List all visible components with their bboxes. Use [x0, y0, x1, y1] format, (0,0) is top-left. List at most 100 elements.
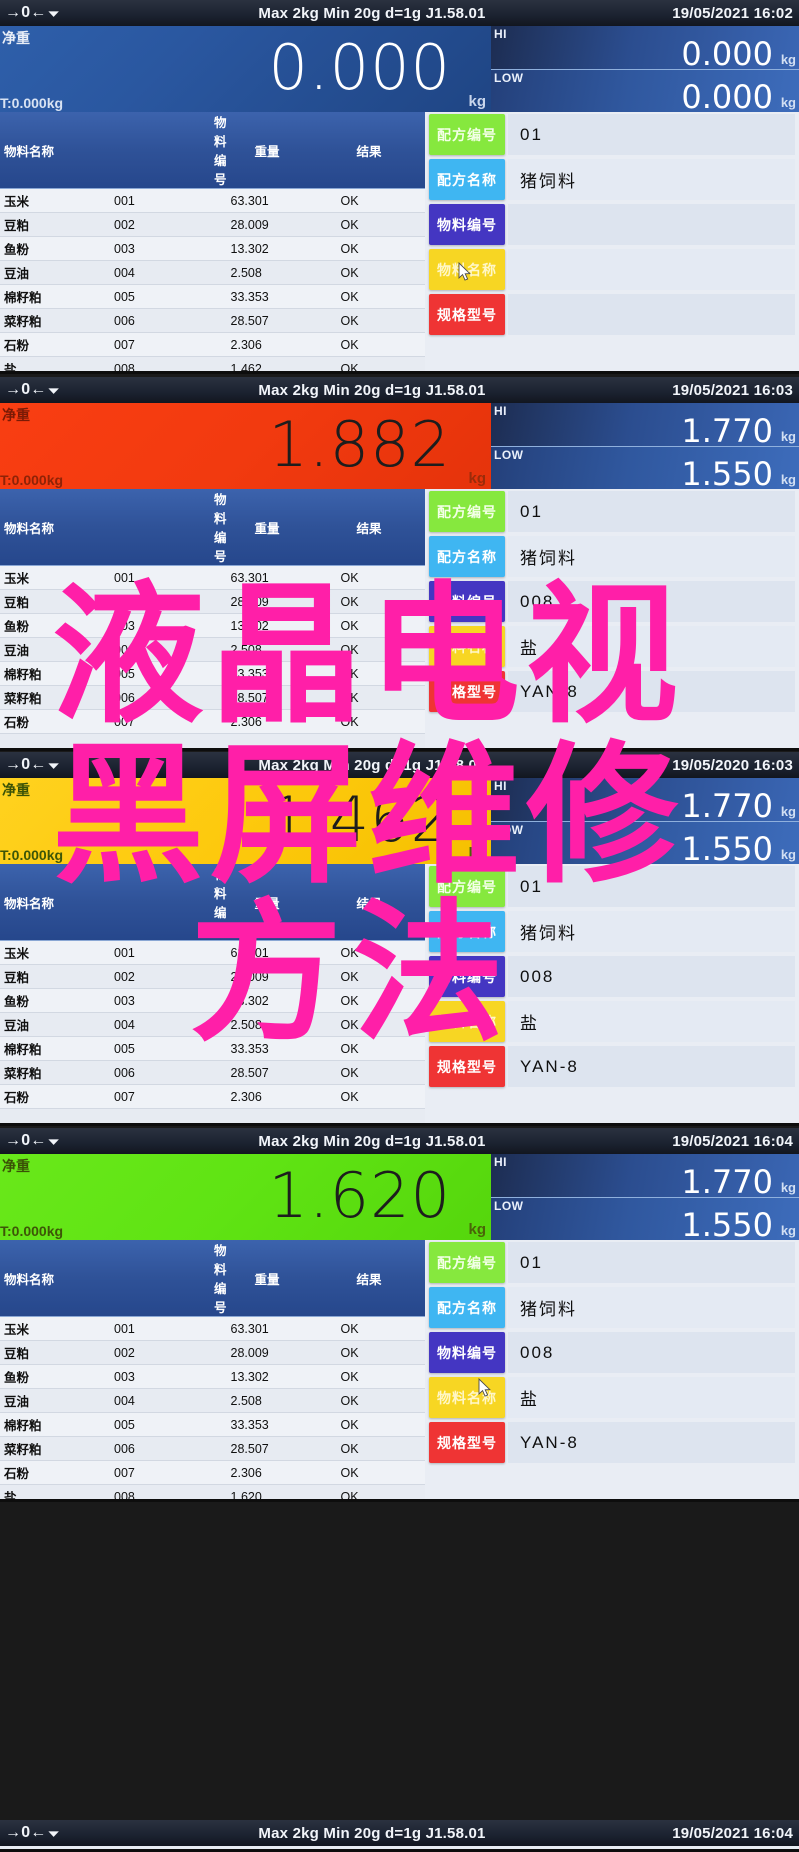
stable-icon: ▾	[47, 7, 59, 20]
table-row[interactable]: 豆油 004 2.508 OK	[0, 1388, 425, 1413]
hi-limit: HI 0.000 kg	[491, 26, 799, 71]
cell-no: 001	[110, 1316, 227, 1341]
table-row[interactable]: 豆粕 002 28.009 OK	[0, 212, 425, 237]
table-row[interactable]: 盐 008 1.620 OK	[0, 1484, 425, 1499]
table-row[interactable]: 鱼粉 003 13.302 OK	[0, 613, 425, 638]
weight-unit: kg	[468, 93, 486, 110]
table-row[interactable]: 石粉 007 2.306 OK	[0, 332, 425, 357]
cell-name: 菜籽粕	[0, 308, 110, 333]
cell-no: 003	[110, 988, 227, 1013]
field-label-spec-model[interactable]: 规格型号	[429, 671, 505, 712]
cell-no: 004	[110, 1388, 227, 1413]
field-label-spec-model[interactable]: 规格型号	[429, 294, 505, 335]
table-row[interactable]: 豆油 004 2.508 OK	[0, 260, 425, 285]
cell-weight: 2.306	[226, 332, 337, 357]
field-value-material-no[interactable]: 008	[508, 956, 795, 997]
table-row[interactable]: 豆油 004 2.508 OK	[0, 637, 425, 662]
table-row[interactable]: 石粉 007 2.306 OK	[0, 1084, 425, 1109]
table-row[interactable]: 鱼粉 003 13.302 OK	[0, 1364, 425, 1389]
table-header-row: 物料名称 物料编号 重量 结果	[0, 864, 425, 941]
field-label-recipe-name[interactable]: 配方名称	[429, 536, 505, 577]
table-row[interactable]: 菜籽粕 006 28.507 OK	[0, 1060, 425, 1085]
hi-limit-unit: kg	[780, 803, 796, 819]
field-label-material-name[interactable]: 物料名称	[429, 1377, 505, 1418]
table-row[interactable]: 豆粕 002 28.009 OK	[0, 1340, 425, 1365]
cell-no: 006	[110, 1436, 227, 1461]
table-row[interactable]: 豆粕 002 28.009 OK	[0, 964, 425, 989]
field-value-material-name[interactable]: 盐	[508, 1001, 795, 1042]
table-row[interactable]: 棉籽粕 005 33.353 OK	[0, 1412, 425, 1437]
field-value-recipe-no[interactable]: 01	[508, 491, 795, 532]
field-label-material-no[interactable]: 物料编号	[429, 1332, 505, 1373]
cell-name: 豆粕	[0, 589, 110, 614]
table-row[interactable]: 石粉 007 2.306 OK	[0, 1460, 425, 1485]
field-value-material-no[interactable]	[508, 204, 795, 245]
field-value-recipe-name[interactable]: 猪饲料	[508, 1287, 795, 1328]
cell-weight: 13.302	[226, 236, 337, 261]
table-row[interactable]: 棉籽粕 005 33.353 OK	[0, 284, 425, 309]
table-row[interactable]: 鱼粉 003 13.302 OK	[0, 988, 425, 1013]
field-label-recipe-no[interactable]: 配方编号	[429, 866, 505, 907]
field-value-spec-model[interactable]: YAN-8	[508, 671, 795, 712]
field-label-recipe-name[interactable]: 配方名称	[429, 1287, 505, 1328]
cell-weight: 33.353	[226, 1036, 337, 1061]
field-value-spec-model[interactable]	[508, 294, 795, 335]
field-label-spec-model[interactable]: 规格型号	[429, 1422, 505, 1463]
table-row[interactable]: 玉米 001 63.301 OK	[0, 188, 425, 213]
field-panel: 配方编号 01 配方名称 猪饲料 物料编号 物料名称 规格型号	[425, 112, 799, 371]
table-header-3: 重量	[226, 1240, 337, 1317]
cell-name: 鱼粉	[0, 236, 110, 261]
field-label-recipe-name[interactable]: 配方名称	[429, 159, 505, 200]
table-row[interactable]: 豆粕 002 28.009 OK	[0, 589, 425, 614]
table-row[interactable]: 玉米 001 63.301 OK	[0, 565, 425, 590]
field-value-recipe-name[interactable]: 猪饲料	[508, 536, 795, 577]
field-label-material-name[interactable]: 物料名称	[429, 1001, 505, 1042]
table-row[interactable]: 菜籽粕 006 28.507 OK	[0, 685, 425, 710]
field-label-material-name[interactable]: 物料名称	[429, 626, 505, 667]
table-row[interactable]: 菜籽粕 006 28.507 OK	[0, 308, 425, 333]
hi-limit: HI 1.770 kg	[491, 778, 799, 823]
table-header-1: 物料名称	[0, 489, 110, 566]
table-row[interactable]: 棉籽粕 005 33.353 OK	[0, 1036, 425, 1061]
hi-limit: HI 1.770 kg	[491, 1154, 799, 1199]
table-header-1: 物料名称	[0, 112, 110, 189]
table-row[interactable]: 盐 008 1.462 OK	[0, 356, 425, 371]
field-label-recipe-no[interactable]: 配方编号	[429, 114, 505, 155]
field-value-material-name[interactable]: 盐	[508, 1377, 795, 1418]
field-label-recipe-no[interactable]: 配方编号	[429, 1242, 505, 1283]
field-label-recipe-name[interactable]: 配方名称	[429, 911, 505, 952]
field-label-spec-model[interactable]: 规格型号	[429, 1046, 505, 1087]
low-limit-label: LOW	[494, 822, 524, 837]
hi-limit-label: HI	[494, 27, 507, 41]
table-row[interactable]: 棉籽粕 005 33.353 OK	[0, 661, 425, 686]
field-label-recipe-no[interactable]: 配方编号	[429, 491, 505, 532]
low-limit-value: 0.000	[681, 78, 773, 116]
table-row[interactable]: 石粉 007 2.306 OK	[0, 709, 425, 734]
field-value-material-name[interactable]	[508, 249, 795, 290]
field-value-recipe-name[interactable]: 猪饲料	[508, 911, 795, 952]
field-label-material-no[interactable]: 物料编号	[429, 581, 505, 622]
field-value-recipe-no[interactable]: 01	[508, 866, 795, 907]
field-value-recipe-name[interactable]: 猪饲料	[508, 159, 795, 200]
field-row-spec-model: 规格型号 YAN-8	[425, 669, 799, 714]
field-value-spec-model[interactable]: YAN-8	[508, 1422, 795, 1463]
cell-weight: 2.306	[226, 1084, 337, 1109]
hi-limit-unit: kg	[780, 51, 796, 67]
table-row[interactable]: 豆油 004 2.508 OK	[0, 1012, 425, 1037]
field-value-spec-model[interactable]: YAN-8	[508, 1046, 795, 1087]
table-row[interactable]: 玉米 001 63.301 OK	[0, 1316, 425, 1341]
field-value-recipe-no[interactable]: 01	[508, 114, 795, 155]
field-label-material-name[interactable]: 物料名称	[429, 249, 505, 290]
table-row[interactable]: 菜籽粕 006 28.507 OK	[0, 1436, 425, 1461]
table-row[interactable]: 玉米 001 63.301 OK	[0, 940, 425, 965]
field-value-material-name[interactable]: 盐	[508, 626, 795, 667]
cell-weight: 63.301	[226, 940, 337, 965]
zero-icon: →0←	[5, 381, 47, 398]
table-row[interactable]: 鱼粉 003 13.302 OK	[0, 236, 425, 261]
field-value-material-no[interactable]: 008	[508, 581, 795, 622]
table-row-empty	[0, 733, 425, 748]
field-label-material-no[interactable]: 物料编号	[429, 956, 505, 997]
field-value-material-no[interactable]: 008	[508, 1332, 795, 1373]
field-label-material-no[interactable]: 物料编号	[429, 204, 505, 245]
field-value-recipe-no[interactable]: 01	[508, 1242, 795, 1283]
